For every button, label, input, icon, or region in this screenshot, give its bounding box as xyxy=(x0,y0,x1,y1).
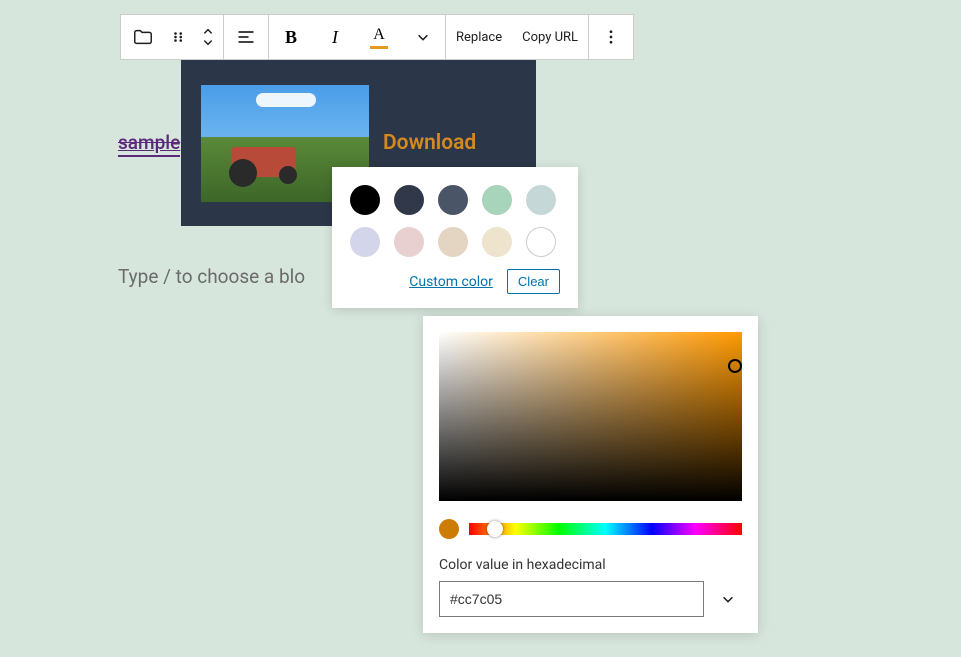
color-swatch-panel: Custom color Clear xyxy=(332,167,578,308)
toolbar-group-block xyxy=(121,15,224,59)
swatch-white[interactable] xyxy=(526,227,556,257)
swatch-black[interactable] xyxy=(350,185,380,215)
block-toolbar: B I A Replace Copy URL xyxy=(120,14,634,60)
replace-button[interactable]: Replace xyxy=(446,15,512,59)
swatch-pale-teal[interactable] xyxy=(526,185,556,215)
swatch-cream[interactable] xyxy=(482,227,512,257)
bold-button[interactable]: B xyxy=(269,15,313,59)
file-block-icon-button[interactable] xyxy=(121,15,165,59)
text-color-indicator xyxy=(370,46,388,49)
sample-link[interactable]: sample xyxy=(118,131,180,157)
hex-input[interactable] xyxy=(439,581,704,617)
swatch-navy[interactable] xyxy=(394,185,424,215)
format-dropdown-icon[interactable] xyxy=(401,15,445,59)
download-button[interactable]: Download xyxy=(383,131,476,155)
toolbar-group-more xyxy=(589,15,633,59)
drag-handle-icon[interactable] xyxy=(165,15,193,59)
saturation-area[interactable] xyxy=(439,332,742,501)
swatch-mint[interactable] xyxy=(482,185,512,215)
block-placeholder[interactable]: Type / to choose a blo xyxy=(118,265,305,288)
swatch-lavender[interactable] xyxy=(350,227,380,257)
color-picker-panel: Color value in hexadecimal xyxy=(423,316,758,633)
current-color-swatch xyxy=(439,519,459,539)
swatch-row-1 xyxy=(350,185,560,215)
clear-button[interactable]: Clear xyxy=(507,269,560,294)
swatch-row-2 xyxy=(350,227,560,257)
saturation-cursor[interactable] xyxy=(728,359,742,373)
hex-input-label: Color value in hexadecimal xyxy=(439,557,742,573)
toolbar-group-align xyxy=(224,15,269,59)
swatch-sand[interactable] xyxy=(438,227,468,257)
custom-color-link[interactable]: Custom color xyxy=(409,274,493,290)
toolbar-group-format: B I A xyxy=(269,15,446,59)
align-button[interactable] xyxy=(224,15,268,59)
text-color-button[interactable]: A xyxy=(357,15,401,59)
more-options-icon[interactable] xyxy=(589,15,633,59)
swatch-slate[interactable] xyxy=(438,185,468,215)
hue-slider[interactable] xyxy=(469,523,742,535)
move-up-down-icon[interactable] xyxy=(193,15,223,59)
expand-picker-icon[interactable] xyxy=(714,585,742,613)
italic-button[interactable]: I xyxy=(313,15,357,59)
copy-url-button[interactable]: Copy URL xyxy=(512,15,588,59)
toolbar-group-file: Replace Copy URL xyxy=(446,15,589,59)
hue-thumb[interactable] xyxy=(487,521,503,537)
swatch-blush[interactable] xyxy=(394,227,424,257)
